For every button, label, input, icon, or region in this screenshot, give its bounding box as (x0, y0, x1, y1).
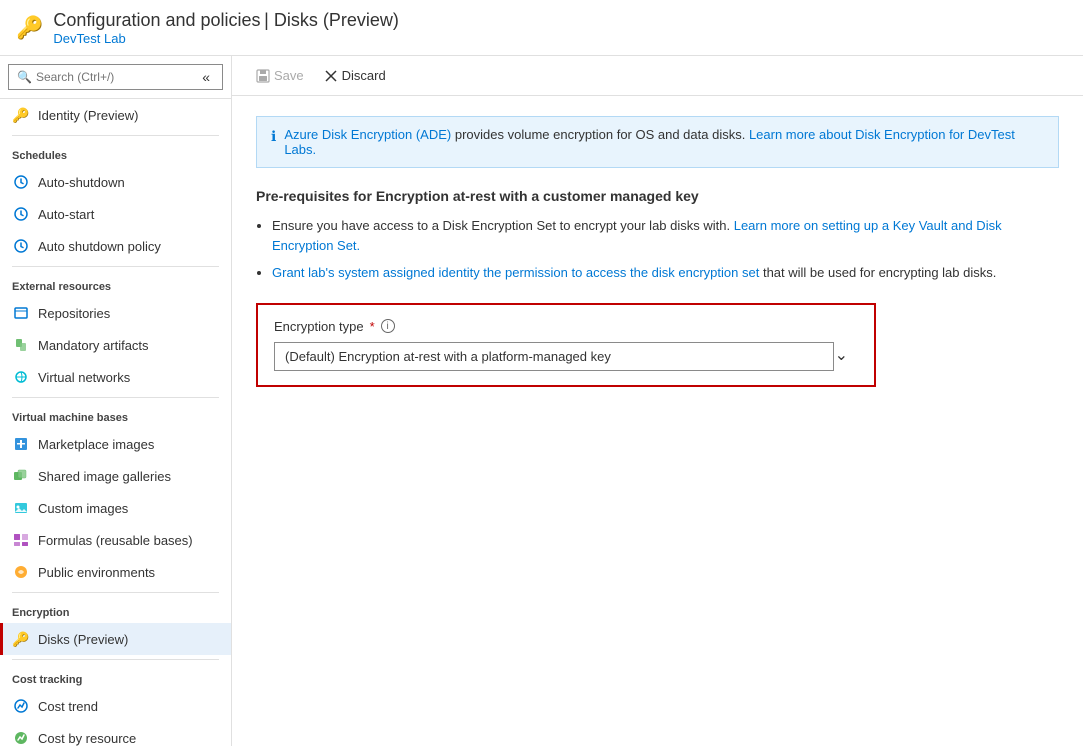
prereq-list: Ensure you have access to a Disk Encrypt… (272, 216, 1059, 283)
divider-external (12, 397, 219, 398)
custom-images-icon (12, 499, 30, 517)
collapse-icon[interactable]: « (198, 69, 214, 85)
sidebar-search-container: 🔍 « (0, 56, 231, 99)
auto-shutdown-icon (12, 173, 30, 191)
divider-vm-bases (12, 592, 219, 593)
virtual-networks-icon (12, 368, 30, 386)
prereq-item-1: Ensure you have access to a Disk Encrypt… (272, 216, 1059, 255)
header-text: Configuration and policies | Disks (Prev… (53, 10, 398, 46)
search-icon: 🔍 (17, 70, 32, 84)
marketplace-images-icon (12, 435, 30, 453)
toolbar: Save Discard (232, 56, 1083, 96)
sidebar-item-label: Public environments (38, 565, 155, 580)
sidebar-item-label: Custom images (38, 501, 128, 516)
prereq-item-2: Grant lab's system assigned identity the… (272, 263, 1059, 283)
sidebar-item-auto-start[interactable]: Auto-start (0, 198, 231, 230)
sidebar-item-shared-image-galleries[interactable]: Shared image galleries (0, 460, 231, 492)
encryption-field-container: Encryption type * i (Default) Encryption… (256, 303, 876, 387)
prereq-link-2[interactable]: Grant lab's system assigned identity the… (272, 265, 759, 280)
identity-icon: 🔑 (12, 106, 30, 124)
section-external-resources: External resources (0, 271, 231, 297)
auto-start-icon (12, 205, 30, 223)
discard-button[interactable]: Discard (316, 64, 394, 87)
sidebar-item-auto-shutdown[interactable]: Auto-shutdown (0, 166, 231, 198)
page-header: 🔑 Configuration and policies | Disks (Pr… (0, 0, 1083, 56)
sidebar-item-cost-by-resource[interactable]: Cost by resource (0, 722, 231, 746)
sidebar-item-label: Marketplace images (38, 437, 154, 452)
info-icon: ℹ (271, 128, 276, 145)
main-content: ℹ Azure Disk Encryption (ADE) provides v… (232, 96, 1083, 746)
main-layout: 🔍 « 🔑 Identity (Preview) Schedules Auto-… (0, 56, 1083, 746)
sidebar-item-label: Disks (Preview) (38, 632, 128, 647)
search-input[interactable] (36, 70, 198, 84)
sidebar-item-label: Identity (Preview) (38, 108, 138, 123)
mandatory-artifacts-icon (12, 336, 30, 354)
cost-trend-icon (12, 697, 30, 715)
section-vm-bases: Virtual machine bases (0, 402, 231, 428)
sidebar-item-label: Repositories (38, 306, 110, 321)
divider-encryption (12, 659, 219, 660)
auto-shutdown-policy-icon (12, 237, 30, 255)
repositories-icon (12, 304, 30, 322)
section-schedules: Schedules (0, 140, 231, 166)
encryption-field-label: Encryption type * i (274, 319, 858, 334)
divider-schedules (12, 266, 219, 267)
cost-by-resource-icon (12, 729, 30, 746)
sidebar-item-label: Auto shutdown policy (38, 239, 161, 254)
header-subtitle-link[interactable]: DevTest Lab (53, 31, 125, 46)
sidebar-item-mandatory-artifacts[interactable]: Mandatory artifacts (0, 329, 231, 361)
sidebar-item-repositories[interactable]: Repositories (0, 297, 231, 329)
sidebar-item-label: Cost by resource (38, 731, 136, 746)
info-banner-text: Azure Disk Encryption (ADE) provides vol… (284, 127, 1044, 157)
encryption-type-select[interactable]: (Default) Encryption at-rest with a plat… (274, 342, 834, 371)
header-page-title: Disks (Preview) (274, 10, 399, 30)
sidebar-item-disks-preview[interactable]: 🔑 Disks (Preview) (0, 623, 231, 655)
sidebar-item-formulas[interactable]: Formulas (reusable bases) (0, 524, 231, 556)
sidebar-item-label: Cost trend (38, 699, 98, 714)
sidebar-item-virtual-networks[interactable]: Virtual networks (0, 361, 231, 393)
discard-label: Discard (342, 68, 386, 83)
section-cost-tracking: Cost tracking (0, 664, 231, 690)
header-separator: | (264, 10, 274, 30)
key-icon: 🔑 (16, 15, 43, 41)
search-box[interactable]: 🔍 « (8, 64, 223, 90)
sidebar-item-public-environments[interactable]: Public environments (0, 556, 231, 588)
info-banner-middle: provides volume encryption for OS and da… (455, 127, 749, 142)
divider-top (12, 135, 219, 136)
header-main-title: Configuration and policies (53, 10, 260, 30)
required-indicator: * (370, 319, 375, 334)
sidebar: 🔍 « 🔑 Identity (Preview) Schedules Auto-… (0, 56, 232, 746)
sidebar-item-label: Formulas (reusable bases) (38, 533, 193, 548)
shared-image-galleries-icon (12, 467, 30, 485)
encryption-type-select-wrapper: (Default) Encryption at-rest with a plat… (274, 342, 858, 371)
sidebar-item-label: Auto-shutdown (38, 175, 125, 190)
ade-link[interactable]: Azure Disk Encryption (ADE) (284, 127, 451, 142)
field-info-icon[interactable]: i (381, 319, 395, 333)
save-label: Save (274, 68, 304, 83)
formulas-icon (12, 531, 30, 549)
sidebar-item-cost-trend[interactable]: Cost trend (0, 690, 231, 722)
sidebar-item-label: Mandatory artifacts (38, 338, 149, 353)
public-environments-icon (12, 563, 30, 581)
sidebar-item-label: Virtual networks (38, 370, 130, 385)
sidebar-item-marketplace-images[interactable]: Marketplace images (0, 428, 231, 460)
info-banner: ℹ Azure Disk Encryption (ADE) provides v… (256, 116, 1059, 168)
save-button[interactable]: Save (248, 64, 312, 87)
sidebar-item-identity[interactable]: 🔑 Identity (Preview) (0, 99, 231, 131)
sidebar-item-custom-images[interactable]: Custom images (0, 492, 231, 524)
prereq-title: Pre-requisites for Encryption at-rest wi… (256, 188, 1059, 204)
sidebar-item-label: Auto-start (38, 207, 94, 222)
section-encryption: Encryption (0, 597, 231, 623)
sidebar-item-label: Shared image galleries (38, 469, 171, 484)
disks-preview-icon: 🔑 (12, 630, 30, 648)
sidebar-item-auto-shutdown-policy[interactable]: Auto shutdown policy (0, 230, 231, 262)
